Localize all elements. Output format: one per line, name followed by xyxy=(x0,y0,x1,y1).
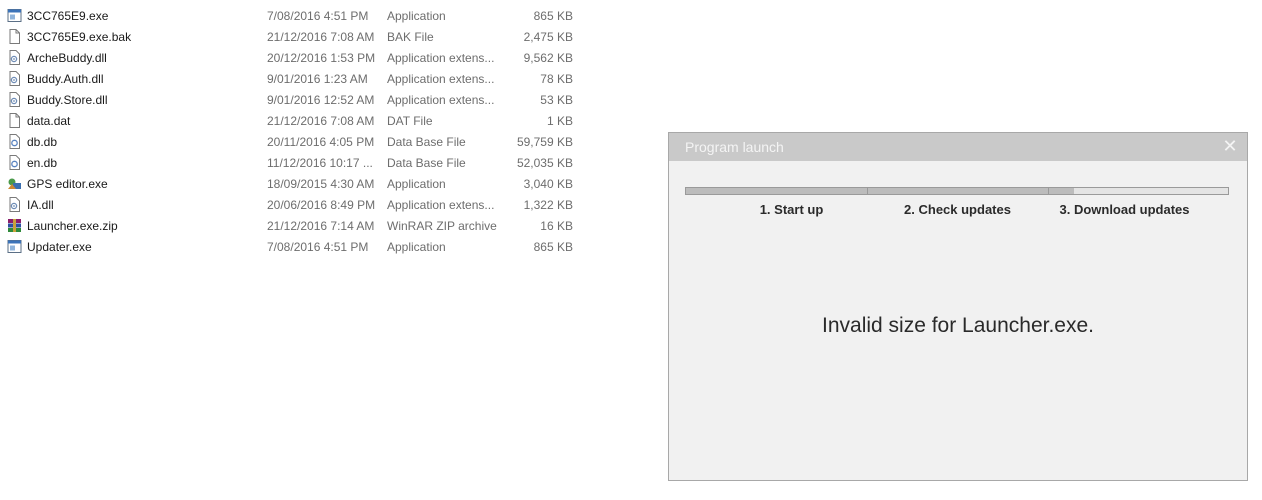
file-icon xyxy=(7,113,22,128)
file-row[interactable]: GPS editor.exe 18/09/2015 4:30 AM Applicat… xyxy=(0,173,600,194)
file-type: Application extens... xyxy=(387,198,495,212)
progress-divider xyxy=(1048,187,1049,195)
file-row[interactable]: IA.dll 20/06/2016 8:49 PM Application exte… xyxy=(0,194,600,215)
dialog-titlebar[interactable]: Program launch ✕ xyxy=(669,133,1247,161)
file-date-modified: 7/08/2016 4:51 PM xyxy=(267,240,369,254)
step-download-updates: 3. Download updates xyxy=(1059,202,1190,217)
error-message: Invalid size for Launcher.exe. xyxy=(822,314,1094,337)
gps-app-icon xyxy=(7,176,22,191)
close-icon[interactable]: ✕ xyxy=(1221,136,1239,156)
launch-progress-bar xyxy=(685,187,1229,195)
winrar-archive-icon xyxy=(7,218,22,233)
file-size: 16 KB xyxy=(540,219,573,233)
file-size: 59,759 KB xyxy=(516,135,573,149)
file-row[interactable]: ArcheBuddy.dll 20/12/2016 1:53 PM Applicat… xyxy=(0,47,600,68)
file-type: Data Base File xyxy=(387,135,466,149)
file-row[interactable]: Buddy.Auth.dll 9/01/2016 1:23 AM Applicati… xyxy=(0,68,600,89)
file-size: 1 KB xyxy=(546,114,573,128)
file-name: IA.dll xyxy=(27,198,54,212)
file-row[interactable]: db.db 20/11/2016 4:05 PM Data Base File 59,… xyxy=(0,131,600,152)
file-date-modified: 20/12/2016 1:53 PM xyxy=(267,51,376,65)
exe-icon xyxy=(7,8,22,23)
file-type: BAK File xyxy=(387,30,434,44)
file-type: Application xyxy=(387,9,446,23)
dialog-title: Program launch xyxy=(685,139,784,155)
file-date-modified: 9/01/2016 12:52 AM xyxy=(267,93,375,107)
file-name: Updater.exe xyxy=(27,240,92,254)
file-size: 52,035 KB xyxy=(516,156,573,170)
file-size: 9,562 KB xyxy=(523,51,573,65)
file-size: 3,040 KB xyxy=(523,177,573,191)
file-type: Application extens... xyxy=(387,93,495,107)
file-type: Application extens... xyxy=(387,51,495,65)
file-date-modified: 21/12/2016 7:08 AM xyxy=(267,30,375,44)
dll-icon xyxy=(7,92,22,107)
file-name: GPS editor.exe xyxy=(27,177,108,191)
file-size: 1,322 KB xyxy=(523,198,573,212)
file-name: Launcher.exe.zip xyxy=(27,219,118,233)
file-row[interactable]: 3CC765E9.exe.bak 21/12/2016 7:08 AM BAK Fi… xyxy=(0,26,600,47)
file-name: Buddy.Store.dll xyxy=(27,93,108,107)
database-icon xyxy=(7,134,22,149)
file-name: en.db xyxy=(27,156,58,170)
database-icon xyxy=(7,155,22,170)
file-name: Buddy.Auth.dll xyxy=(27,72,104,86)
file-size: 865 KB xyxy=(533,9,573,23)
dll-icon xyxy=(7,197,22,212)
step-check-updates: 2. Check updates xyxy=(904,202,1011,217)
file-name: data.dat xyxy=(27,114,71,128)
file-date-modified: 21/12/2016 7:08 AM xyxy=(267,114,375,128)
progress-divider xyxy=(867,187,868,195)
file-row[interactable]: Launcher.exe.zip 21/12/2016 7:14 AM WinRAR… xyxy=(0,215,600,236)
file-row[interactable]: en.db 11/12/2016 10:17 ... Data Base File 5… xyxy=(0,152,600,173)
file-row[interactable]: Buddy.Store.dll 9/01/2016 12:52 AM Applica… xyxy=(0,89,600,110)
file-size: 78 KB xyxy=(540,72,573,86)
file-date-modified: 20/11/2016 4:05 PM xyxy=(267,135,375,149)
file-type: Application xyxy=(387,240,446,254)
file-date-modified: 9/01/2016 1:23 AM xyxy=(267,72,368,86)
file-name: db.db xyxy=(27,135,58,149)
file-date-modified: 21/12/2016 7:14 AM xyxy=(267,219,375,233)
dll-icon xyxy=(7,50,22,65)
file-row[interactable]: Updater.exe 7/08/2016 4:51 PM Application 8… xyxy=(0,236,600,257)
file-type: Data Base File xyxy=(387,156,466,170)
file-name: ArcheBuddy.dll xyxy=(27,51,107,65)
file-type: Application extens... xyxy=(387,72,495,86)
file-type: WinRAR ZIP archive xyxy=(387,219,497,233)
exe-icon xyxy=(7,239,22,254)
file-name: 3CC765E9.exe.bak xyxy=(27,30,132,44)
file-type: Application xyxy=(387,177,446,191)
step-start-up: 1. Start up xyxy=(759,202,824,217)
file-size: 2,475 KB xyxy=(523,30,573,44)
file-name: 3CC765E9.exe xyxy=(27,9,109,23)
file-date-modified: 7/08/2016 4:51 PM xyxy=(267,9,369,23)
file-size: 865 KB xyxy=(533,240,573,254)
file-type: DAT File xyxy=(387,114,433,128)
file-date-modified: 11/12/2016 10:17 ... xyxy=(267,156,373,170)
dll-icon xyxy=(7,71,22,86)
file-size: 53 KB xyxy=(540,93,573,107)
file-list: 3CC765E9.exe 7/08/2016 4:51 PM Application… xyxy=(0,0,640,500)
file-row[interactable]: 3CC765E9.exe 7/08/2016 4:51 PM Application… xyxy=(0,5,600,26)
file-date-modified: 18/09/2015 4:30 AM xyxy=(267,177,375,191)
file-date-modified: 20/06/2016 8:49 PM xyxy=(267,198,376,212)
program-launch-dialog: Program launch ✕ 1. Start up 2. Check up… xyxy=(668,132,1248,481)
progress-fill xyxy=(686,188,1074,194)
file-icon xyxy=(7,29,22,44)
file-row[interactable]: data.dat 21/12/2016 7:08 AM DAT File 1 KB xyxy=(0,110,600,131)
